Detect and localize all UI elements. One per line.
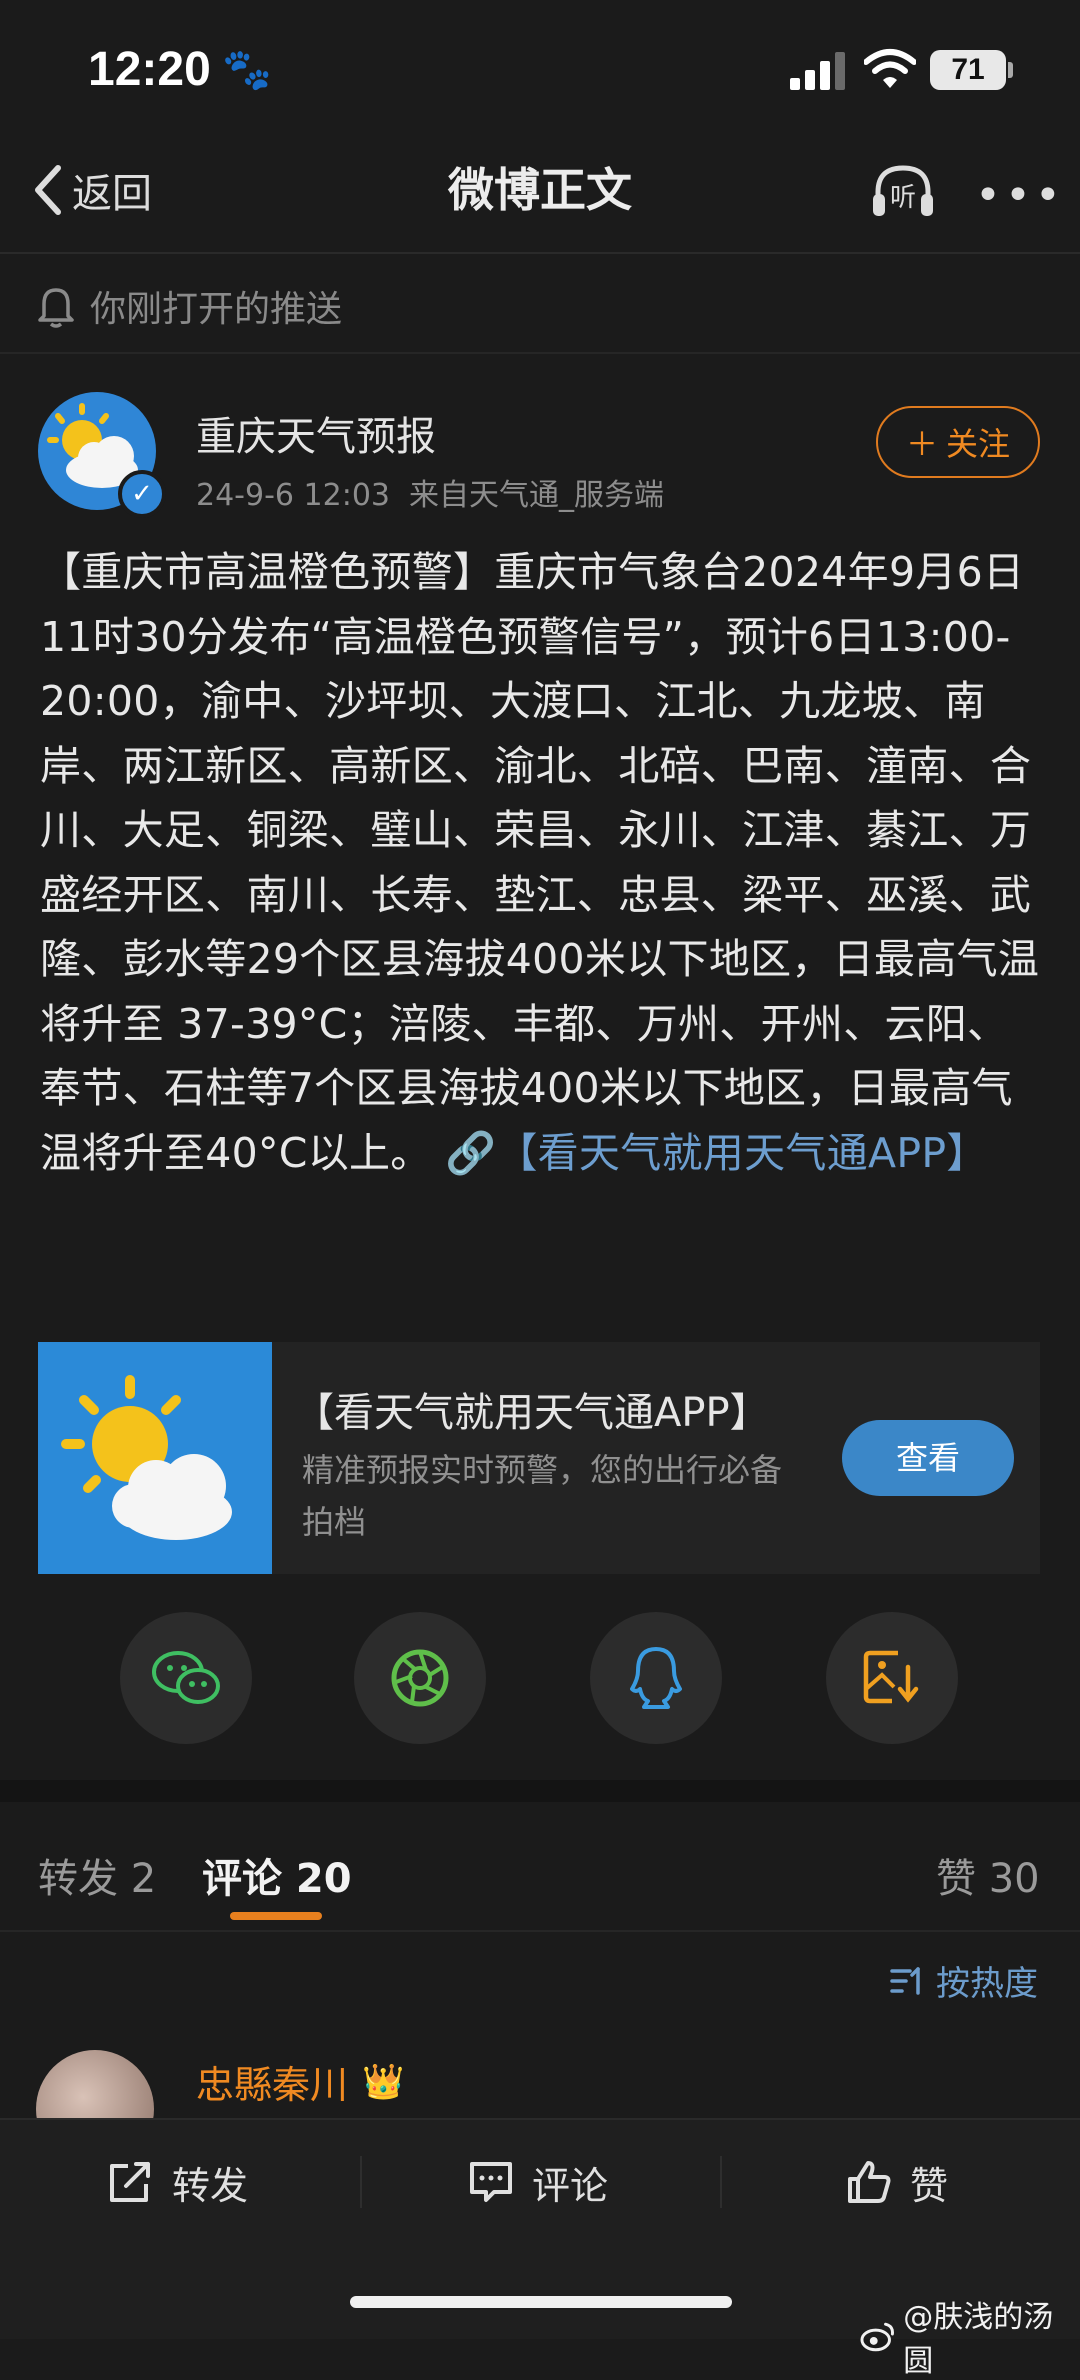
- headphones-icon: 听: [873, 165, 933, 216]
- wechat-icon: [152, 1651, 220, 1704]
- comment-author[interactable]: 忠縣秦川 👑: [196, 2054, 404, 2109]
- separator: [720, 2156, 722, 2208]
- repost-label: 转发: [172, 2163, 249, 2208]
- card-title: 【看天气就用天气通APP】: [294, 1390, 770, 1436]
- share-moments-button[interactable]: [354, 1612, 486, 1744]
- battery-nub: [1008, 62, 1013, 78]
- share-qq-button[interactable]: [590, 1612, 722, 1744]
- post-link-text: 【看天气就用天气通APP】: [496, 1128, 988, 1177]
- comment-icon: [470, 2162, 512, 2202]
- crown-icon: 👑: [362, 2061, 405, 2102]
- battery-indicator: 71: [930, 50, 1006, 90]
- chevron-left-icon: [35, 165, 61, 215]
- save-image-button[interactable]: [826, 1612, 958, 1744]
- card-thumbnail: [38, 1342, 272, 1574]
- watermark: @肤浅的汤圆: [860, 2292, 1080, 2380]
- save-image-icon: [863, 1650, 919, 1704]
- watermark-text: @肤浅的汤圆: [903, 2300, 1054, 2379]
- card-description: 精准预报实时预警，您的出行必备拍档: [302, 1451, 783, 1541]
- verified-badge-icon: ✓: [118, 470, 166, 518]
- qq-icon: [630, 1647, 682, 1709]
- tab-comment[interactable]: 评论 20: [202, 1846, 352, 1904]
- plus-icon: ＋: [905, 425, 938, 463]
- divider: [0, 252, 1080, 254]
- author-name[interactable]: 重庆天气预报: [196, 404, 436, 462]
- card-view-button[interactable]: 查看: [842, 1420, 1014, 1496]
- post-text: 【重庆市高温橙色预警】重庆市气象台2024年9月6日11时30分发布“高温橙色预…: [40, 548, 1040, 1177]
- comment-button[interactable]: 评论: [468, 2152, 608, 2212]
- home-indicator: [350, 2296, 732, 2308]
- listen-label: 听: [890, 183, 916, 213]
- weather-logo-icon: [61, 1375, 232, 1540]
- signal-icon: [790, 52, 845, 90]
- sort-button[interactable]: 按热度: [890, 1956, 1038, 2005]
- thumbs-up-icon: [848, 2161, 891, 2203]
- like-button[interactable]: 赞: [846, 2152, 948, 2212]
- back-label: 返回: [72, 171, 152, 217]
- status-time: 12:20: [88, 43, 211, 96]
- follow-label: 关注: [946, 425, 1011, 463]
- more-button[interactable]: •••: [975, 170, 1065, 221]
- paw-icon: 🐾: [222, 47, 272, 93]
- separator: [360, 2156, 362, 2208]
- sort-label: 按热度: [936, 1964, 1038, 2004]
- divider: [0, 1930, 1080, 1932]
- share-wechat-button[interactable]: [120, 1612, 252, 1744]
- divider: [0, 352, 1080, 354]
- tab-repost[interactable]: 转发 2: [38, 1846, 156, 1904]
- bell-icon: [38, 288, 74, 328]
- push-notice-text: 你刚打开的推送: [90, 289, 343, 330]
- repost-button[interactable]: 转发: [106, 2152, 248, 2212]
- follow-button[interactable]: ＋ 关注: [876, 406, 1040, 478]
- link-icon: 🔗: [444, 1128, 497, 1177]
- listen-button[interactable]: 听: [870, 162, 936, 220]
- comment-author-name: 忠縣秦川: [196, 2063, 349, 2107]
- section-divider: [0, 1780, 1080, 1802]
- wifi-icon: [864, 49, 916, 88]
- sort-icon: [890, 1966, 920, 1995]
- like-label: 赞: [910, 2163, 949, 2208]
- moments-icon: [391, 1649, 449, 1707]
- post-meta: 24-9-6 12:03 来自天气通_服务端: [196, 478, 665, 513]
- share-out-icon: [110, 2162, 150, 2202]
- weibo-icon: [860, 2322, 894, 2352]
- tab-indicator: [230, 1912, 322, 1920]
- comment-label: 评论: [532, 2163, 609, 2208]
- post-body: 【重庆市高温橙色预警】重庆市气象台2024年9月6日11时30分发布“高温橙色预…: [40, 540, 1040, 1185]
- push-notice: 你刚打开的推送: [36, 280, 342, 332]
- tab-like[interactable]: 赞 30: [936, 1846, 1040, 1904]
- back-button[interactable]: 返回: [30, 160, 152, 220]
- post-link[interactable]: 🔗【看天气就用天气通APP】: [445, 1129, 988, 1177]
